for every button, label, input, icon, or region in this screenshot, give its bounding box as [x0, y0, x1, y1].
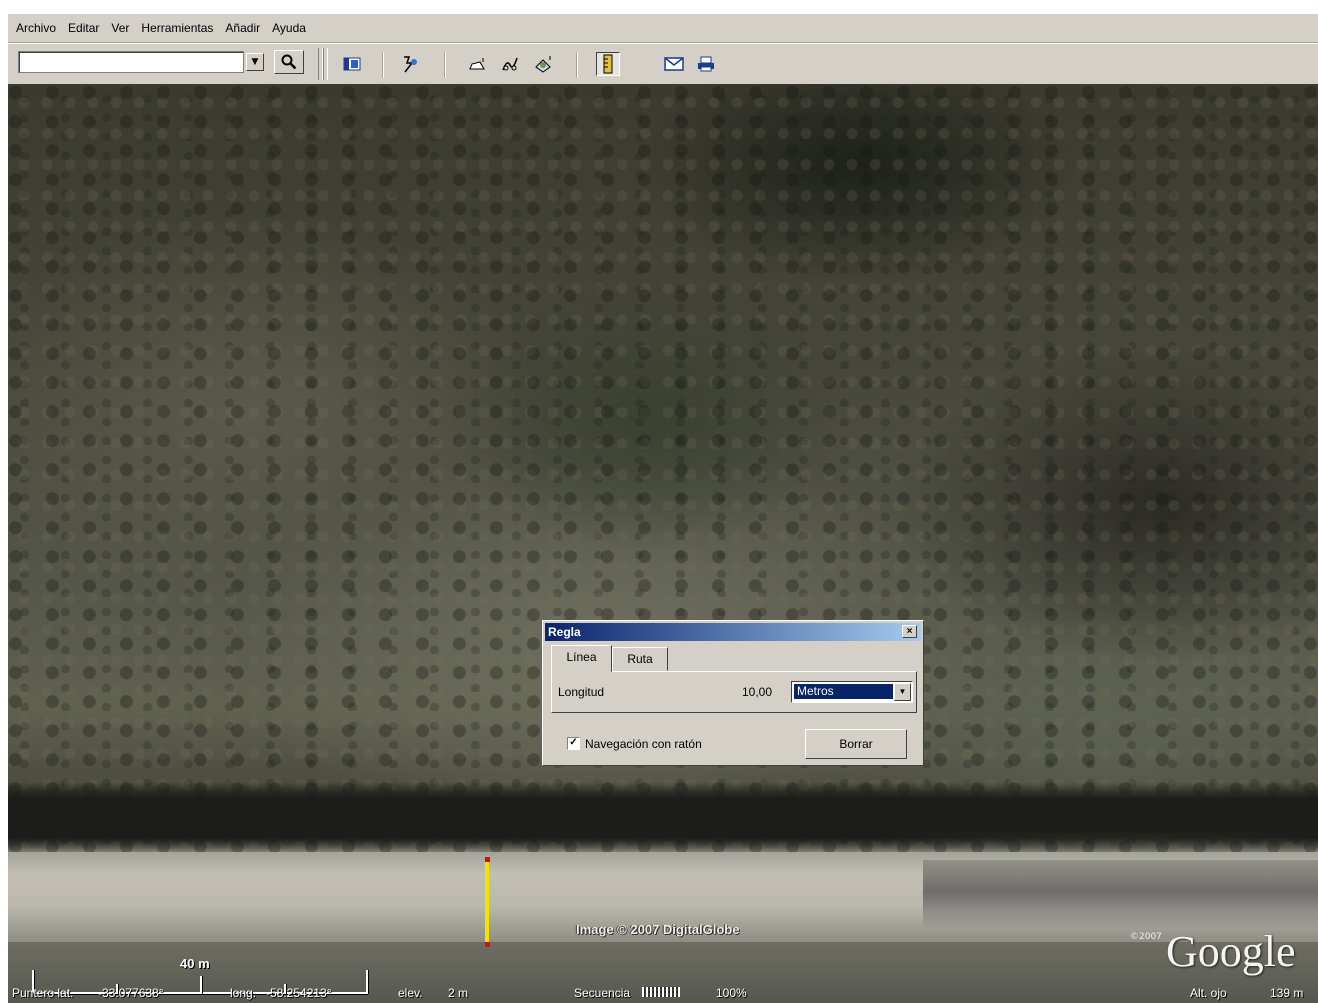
pointer-lon-label: long.: [230, 986, 257, 1000]
search-dropdown-button[interactable]: ▼: [246, 53, 264, 71]
print-button[interactable]: [694, 52, 718, 76]
close-icon: ×: [906, 626, 913, 637]
print-icon: [698, 56, 714, 72]
ruler-icon: [603, 54, 613, 74]
ruler-end-point[interactable]: [485, 942, 490, 947]
eye-altitude-value: 139 m: [1270, 986, 1304, 1000]
close-button[interactable]: ×: [902, 625, 917, 638]
dialog-title: Regla: [548, 625, 581, 639]
chevron-down-icon[interactable]: ▼: [894, 683, 911, 701]
eye-altitude-label: Alt. ojo: [1190, 986, 1227, 1000]
placemark-icon: [404, 56, 417, 73]
email-icon: [664, 57, 684, 71]
toolbar-separator: [576, 52, 578, 78]
elevation-label: elev.: [398, 986, 423, 1000]
mouse-navigation-checkbox[interactable]: ✓: [567, 737, 580, 750]
imagery-attribution: Image © 2007 DigitalGlobe: [576, 922, 740, 937]
menu-archivo[interactable]: Archivo: [10, 21, 62, 35]
path-icon: [502, 57, 518, 71]
terrain-shadow: [8, 782, 1318, 850]
streaming-label: Secuencia: [574, 986, 631, 1000]
overlay-icon: [535, 56, 551, 73]
menu-ayuda[interactable]: Ayuda: [266, 21, 312, 35]
path-button[interactable]: [498, 52, 522, 76]
sidebar-icon: [343, 57, 361, 71]
toolbar-grip[interactable]: [323, 48, 328, 80]
road-surface-dark: [923, 860, 1318, 930]
pointer-lat-value: -33.077638°: [98, 986, 164, 1000]
google-earth-window: Archivo Editar Ver Herramientas Añadir A…: [8, 14, 1318, 1003]
search-input[interactable]: [18, 51, 244, 73]
ruler-measurement-line[interactable]: [485, 859, 489, 946]
length-value: 10,00: [742, 685, 773, 699]
image-overlay-button[interactable]: [532, 52, 556, 76]
dialog-title-bar[interactable]: Regla ×: [545, 623, 921, 641]
clear-button[interactable]: Borrar: [805, 729, 907, 759]
ruler-dialog: Regla × Línea Ruta Longitud 10,00 Metros…: [542, 620, 924, 766]
pointer-lat-label: Puntero lat.: [12, 986, 74, 1000]
streaming-percent: 100%: [716, 986, 747, 1000]
polygon-icon: [469, 58, 485, 70]
menu-ver[interactable]: Ver: [105, 21, 135, 35]
search-button[interactable]: [274, 50, 304, 74]
elevation-value: 2 m: [448, 986, 469, 1000]
length-label: Longitud: [558, 685, 605, 699]
pointer-lon-value: -58.254213°: [266, 986, 332, 1000]
placemark-button[interactable]: [398, 52, 422, 76]
menu-bar: Archivo Editar Ver Herramientas Añadir A…: [8, 14, 1318, 43]
toolbar: ▼: [8, 43, 1318, 84]
google-copyright: ©2007: [1130, 932, 1162, 942]
toolbar-separator: [382, 52, 384, 78]
unit-select[interactable]: Metros ▼: [791, 681, 913, 703]
menu-herramientas[interactable]: Herramientas: [135, 21, 219, 35]
status-bar: Puntero lat. -33.077638° long. -58.25421…: [8, 985, 1318, 1003]
unit-selected-value: Metros: [794, 684, 893, 699]
tab-panel-linea: Longitud 10,00 Metros ▼: [551, 671, 917, 713]
email-button[interactable]: [662, 52, 686, 76]
polygon-button[interactable]: [466, 52, 490, 76]
search-icon: [281, 54, 297, 70]
sidebar-toggle-button[interactable]: [340, 52, 364, 76]
chevron-down-icon: ▼: [251, 57, 259, 67]
menu-anadir[interactable]: Añadir: [219, 21, 266, 35]
scale-label: 40 m: [180, 956, 210, 971]
menu-editar[interactable]: Editar: [62, 21, 105, 35]
tab-linea[interactable]: Línea: [551, 645, 612, 672]
ruler-button[interactable]: [596, 52, 620, 76]
toolbar-separator: [444, 52, 446, 78]
mouse-navigation-label: Navegación con ratón: [585, 737, 702, 751]
map-view[interactable]: Image © 2007 DigitalGlobe ©2007 Google 4…: [8, 84, 1318, 1003]
ruler-start-point[interactable]: [485, 857, 490, 862]
google-logo: Google: [1166, 927, 1296, 976]
tab-ruta[interactable]: Ruta: [612, 647, 668, 671]
